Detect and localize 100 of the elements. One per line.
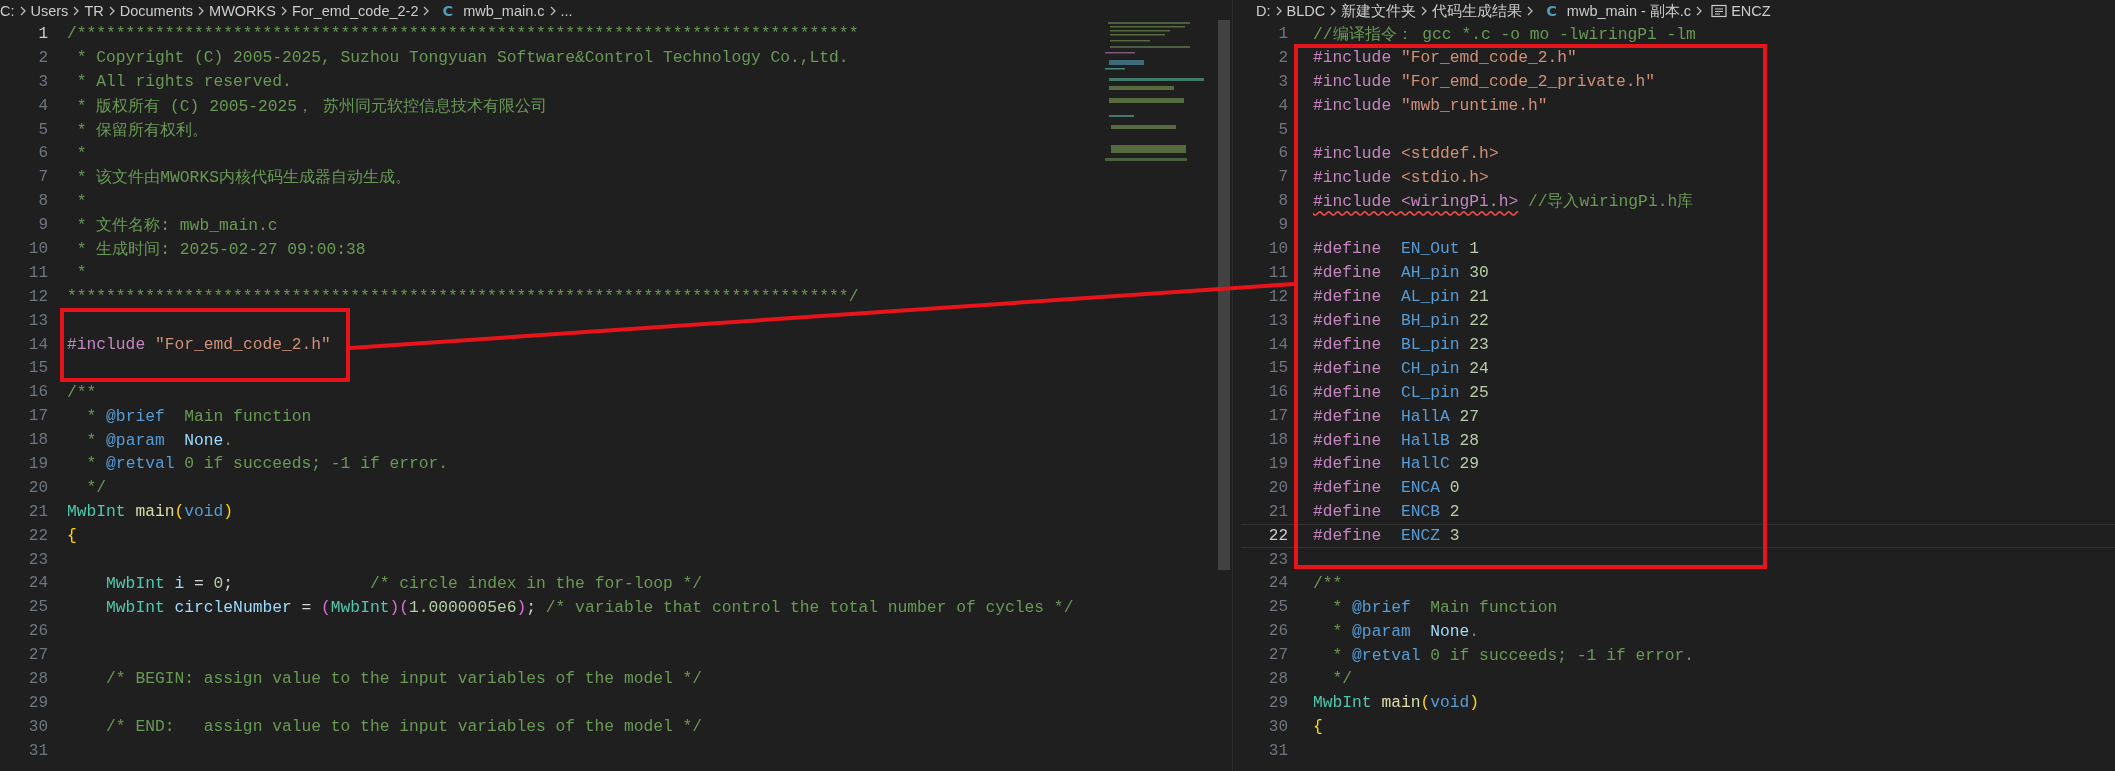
- line-number: 3: [37, 72, 49, 91]
- scrollbar-thumb[interactable]: [1218, 20, 1230, 570]
- code-line: #define CH_pin 24: [1313, 358, 1489, 378]
- chevron-icon: [18, 5, 27, 17]
- code-line: #define BL_pin 23: [1313, 335, 1489, 354]
- code-line: MwbInt main(void): [67, 502, 234, 522]
- c-file-icon: C: [1546, 3, 1557, 19]
- breadcrumb-item[interactable]: mwb_main - 副本.c: [1566, 1, 1692, 21]
- code-line: #define ENCA 0: [1313, 478, 1460, 498]
- chevron-icon: [1420, 5, 1429, 17]
- code-line: /********************************************************************************: [67, 24, 859, 44]
- code-line: * 文件名称: mwb_main.c: [75, 215, 278, 237]
- chevron-icon: [422, 5, 431, 17]
- breadcrumb-item[interactable]: 代码生成结果: [1432, 1, 1523, 21]
- code-line: #define ENCB 2: [1313, 502, 1460, 522]
- line-number: 17: [1267, 407, 1289, 426]
- line-number: 21: [1267, 502, 1289, 521]
- line-number: 7: [1277, 168, 1289, 187]
- line-number: 31: [1267, 741, 1289, 760]
- code-line: MwbInt circleNumber = (MwbInt)(1.0000005e6); /* variable that control the total number of cycles */: [105, 597, 1074, 617]
- code-line: */: [1331, 669, 1353, 689]
- line-number: 9: [1277, 216, 1289, 235]
- line-number: 12: [1267, 287, 1289, 306]
- breadcrumb-item[interactable]: MWORKS: [209, 3, 276, 19]
- code-line: #define AH_pin 30: [1313, 263, 1489, 283]
- line-number: 22: [1267, 526, 1289, 545]
- code-line: * @brief Main function: [1331, 597, 1558, 617]
- line-number: 23: [27, 550, 49, 569]
- breadcrumb-item[interactable]: For_emd_code_2-2: [291, 3, 419, 19]
- breadcrumb-item[interactable]: BLDC: [1286, 3, 1326, 19]
- code-line: #define CL_pin 25: [1313, 382, 1489, 402]
- breadcrumb-item[interactable]: TR: [84, 3, 104, 19]
- code-line: #define HallC 29: [1313, 454, 1480, 474]
- chevron-icon: [72, 5, 81, 17]
- chevron-icon: [548, 5, 557, 17]
- line-number: 24: [27, 574, 49, 593]
- code-line: {: [67, 526, 77, 546]
- line-number: 2: [1277, 48, 1289, 67]
- code-line: * 生成时间: 2025-02-27 09:00:38: [75, 238, 366, 260]
- code-line: MwbInt i = 0; /* circle index in the for-loop */: [105, 573, 703, 593]
- line-number: 12: [27, 287, 49, 306]
- line-number: 8: [1277, 192, 1289, 211]
- breadcrumb-item[interactable]: mwb_main.c: [463, 3, 545, 19]
- code-line: * 版权所有 (C) 2005-2025， 苏州同元软控信息技术有限公司: [75, 95, 547, 117]
- line-number: 10: [1267, 239, 1289, 258]
- code-line: {: [1313, 717, 1323, 737]
- line-number: 28: [27, 670, 49, 688]
- line-number: 23: [1267, 550, 1289, 569]
- line-number: 3: [1277, 72, 1289, 91]
- line-number: 11: [1267, 263, 1289, 282]
- code-line: /**: [1313, 573, 1343, 593]
- breadcrumb-item[interactable]: 新建文件夹: [1341, 1, 1417, 21]
- code-line: * @param None.: [1331, 621, 1480, 641]
- line-number: 14: [1267, 335, 1289, 354]
- code-line: #define HallB 28: [1313, 430, 1480, 450]
- line-number: 25: [1267, 598, 1289, 617]
- code-line: * @brief Main function: [85, 406, 312, 426]
- line-number: 31: [27, 741, 49, 760]
- code-line: * All rights reserved.: [75, 72, 292, 92]
- line-number: 21: [27, 502, 49, 521]
- line-number: 14: [27, 335, 49, 354]
- line-number: 19: [1267, 454, 1289, 473]
- line-number: 30: [1267, 717, 1289, 736]
- line-number: 7: [37, 168, 49, 187]
- line-number: 5: [1277, 120, 1289, 139]
- line-number: 1: [1277, 24, 1289, 43]
- line-number: 16: [1267, 383, 1289, 402]
- line-number: 6: [1277, 144, 1289, 163]
- line-number: 6: [37, 144, 49, 163]
- code-line: /**: [67, 382, 97, 402]
- line-number: 18: [27, 431, 49, 450]
- line-number: 10: [27, 239, 49, 258]
- breadcrumb-item[interactable]: ...: [560, 3, 573, 19]
- line-number: 25: [27, 598, 49, 617]
- code-line: *: [75, 143, 87, 163]
- code-line: #define EN_Out 1: [1313, 239, 1480, 259]
- line-number: 1: [37, 24, 49, 43]
- code-line: /* BEGIN: assign value to the input variables of the model */: [105, 669, 703, 689]
- code-line: *: [75, 191, 87, 211]
- code-line: */: [85, 478, 107, 498]
- line-number: 16: [27, 383, 49, 402]
- c-file-icon: C: [442, 3, 454, 19]
- code-line: * @retval 0 if succeeds; -1 if error.: [85, 454, 449, 474]
- breadcrumb-item[interactable]: D:: [1256, 3, 1271, 19]
- breadcrumb-item[interactable]: Documents: [119, 3, 194, 19]
- chevron-icon: [1526, 5, 1535, 17]
- line-number: 29: [27, 693, 49, 712]
- line-number: 9: [37, 216, 49, 235]
- line-number: 18: [1267, 431, 1289, 450]
- breadcrumb-item[interactable]: Users: [30, 3, 69, 19]
- chevron-icon: [197, 5, 206, 17]
- line-number: 15: [27, 359, 49, 378]
- code-line: MwbInt main(void): [1313, 693, 1480, 713]
- line-number: 20: [1267, 478, 1289, 497]
- breadcrumb-item[interactable]: C:: [0, 3, 15, 19]
- breadcrumb-item[interactable]: ENCZ: [1731, 3, 1771, 19]
- line-number: 13: [27, 311, 49, 330]
- line-number: 22: [27, 526, 49, 545]
- code-line: * Copyright (C) 2005-2025, Suzhou Tongyuan Software&Control Technology Co.,Ltd.: [75, 48, 849, 68]
- code-line: #define HallA 27: [1313, 406, 1480, 426]
